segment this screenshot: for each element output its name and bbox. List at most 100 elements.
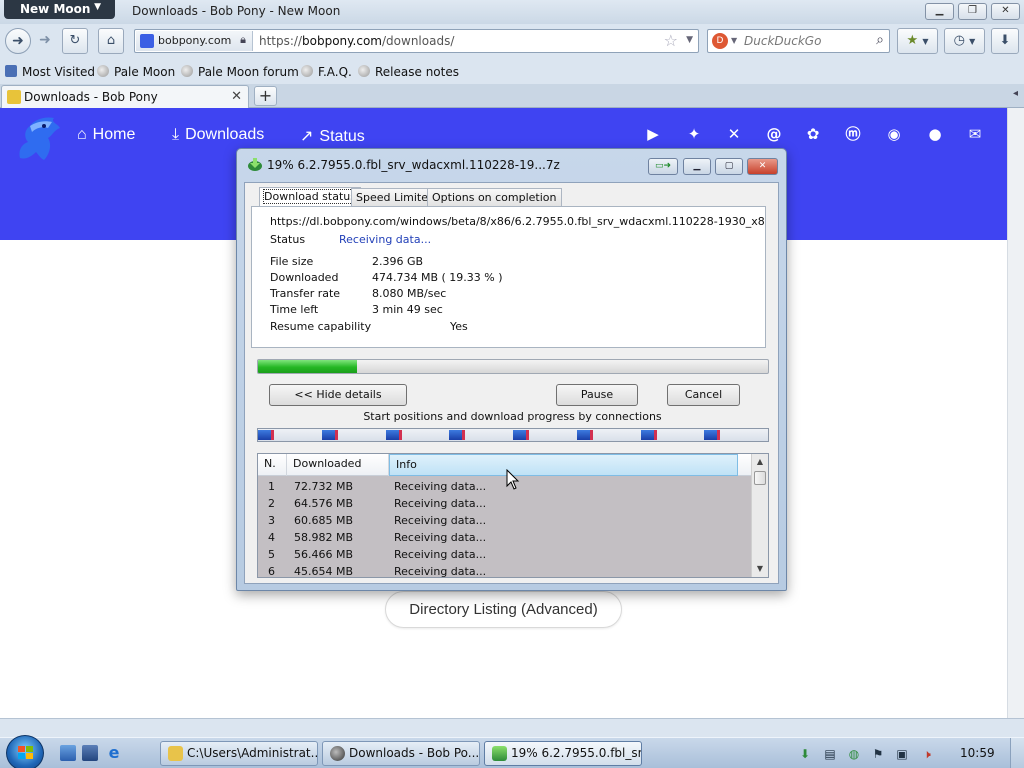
hide-details-button[interactable]: << Hide details bbox=[269, 384, 407, 406]
youtube-icon[interactable]: ▶ bbox=[642, 124, 664, 144]
tab-download-status[interactable]: Download status bbox=[259, 187, 361, 207]
idm-tray-icon[interactable]: ⬇ bbox=[798, 747, 812, 761]
task-label: C:\Users\Administrat... bbox=[187, 746, 318, 760]
directory-listing-button[interactable]: Directory Listing (Advanced) bbox=[385, 591, 622, 628]
duckduckgo-icon[interactable]: D bbox=[712, 33, 728, 49]
reload-icon: ↻ bbox=[69, 33, 81, 48]
discord-icon[interactable]: ◉ bbox=[883, 124, 905, 144]
back-button[interactable]: ➜ bbox=[5, 28, 31, 54]
start-button[interactable] bbox=[6, 735, 44, 768]
bookmarks-menu-button[interactable]: ★ ▼ bbox=[897, 28, 938, 54]
forward-button[interactable]: ➜ bbox=[32, 28, 58, 54]
connections-progress-bar bbox=[257, 428, 769, 442]
security-tray-icon[interactable]: ◍ bbox=[847, 747, 861, 761]
show-desktop-quicklaunch-icon[interactable] bbox=[60, 745, 76, 761]
nav-downloads[interactable]: ⤓ Downloads bbox=[172, 126, 264, 144]
bluesky-icon[interactable]: ✿ bbox=[802, 124, 824, 144]
taskbar-download-dialog[interactable]: 19% 6.2.7955.0.fbl_sr... bbox=[484, 741, 642, 766]
close-tab-icon[interactable]: ✕ bbox=[231, 89, 242, 104]
reload-button[interactable]: ↻ bbox=[62, 28, 88, 54]
tab-speed-limiter[interactable]: Speed Limiter bbox=[351, 188, 438, 207]
search-engine-dropdown-icon[interactable]: ▼ bbox=[731, 36, 737, 45]
cell-downloaded: 60.685 MB bbox=[294, 514, 354, 527]
taskbar-browser[interactable]: Downloads - Bob Po... bbox=[322, 741, 480, 766]
downloads-button[interactable]: ⬇ bbox=[991, 28, 1019, 54]
tab-label: Download status bbox=[263, 189, 357, 204]
system-clock[interactable]: 10:59 bbox=[960, 746, 995, 760]
url-history-dropdown-icon[interactable]: ▼ bbox=[686, 35, 693, 45]
document-tray-icon[interactable]: ▤ bbox=[823, 747, 837, 761]
pause-button[interactable]: Pause bbox=[556, 384, 638, 406]
taskbar-explorer[interactable]: C:\Users\Administrat... bbox=[160, 741, 318, 766]
table-row[interactable]: 2 64.576 MB Receiving data... bbox=[258, 495, 752, 512]
minimize-to-tray-button[interactable]: ▭➜ bbox=[648, 158, 678, 175]
x-icon[interactable]: ✕ bbox=[723, 124, 745, 144]
table-scrollbar[interactable]: ▲ ▼ bbox=[751, 454, 768, 577]
table-row[interactable]: 6 45.654 MB Receiving data... bbox=[258, 563, 752, 577]
download-info-panel: https://dl.bobpony.com/windows/beta/8/x8… bbox=[251, 206, 766, 348]
cancel-button[interactable]: Cancel bbox=[667, 384, 740, 406]
action-center-flag-icon[interactable]: ⚑ bbox=[871, 747, 885, 761]
maximize-button[interactable]: ❐ bbox=[958, 3, 987, 20]
resume-capability-value: Yes bbox=[450, 320, 468, 333]
nav-home[interactable]: ⌂ Home bbox=[77, 126, 135, 144]
new-moon-icon bbox=[330, 746, 345, 761]
dialog-maximize-button[interactable]: ▢ bbox=[715, 158, 743, 175]
threads-icon[interactable]: @ bbox=[763, 124, 785, 144]
address-bar[interactable]: bobpony.com 🔒︎ https://bobpony.com/downl… bbox=[134, 29, 699, 53]
network-icon[interactable]: ▣ bbox=[895, 747, 909, 761]
site-identity-button[interactable]: bobpony.com 🔒︎ bbox=[136, 31, 253, 51]
tab-list-icon[interactable]: ◂ bbox=[1013, 88, 1018, 99]
bookmark-label: Pale Moon bbox=[114, 65, 176, 79]
column-header-n[interactable]: N. bbox=[258, 454, 287, 476]
home-button[interactable]: ⌂ bbox=[98, 28, 124, 54]
switch-windows-icon[interactable] bbox=[82, 745, 98, 761]
bookmark-pale-moon-forum[interactable]: Pale Moon forum bbox=[181, 65, 299, 79]
close-window-button[interactable]: ✕ bbox=[991, 3, 1020, 20]
bookmark-most-visited[interactable]: Most Visited bbox=[5, 65, 95, 79]
windows-logo-icon bbox=[18, 746, 33, 759]
column-header-info[interactable]: Info bbox=[389, 454, 738, 476]
table-row[interactable]: 4 58.982 MB Receiving data... bbox=[258, 529, 752, 546]
volume-muted-icon[interactable]: 🕨︎ bbox=[920, 747, 934, 761]
nav-status[interactable]: ↗ Status bbox=[300, 126, 365, 146]
bookmark-faq[interactable]: F.A.Q. bbox=[301, 65, 352, 79]
scroll-up-icon[interactable]: ▲ bbox=[752, 454, 768, 470]
github-icon[interactable]: ● bbox=[924, 124, 946, 144]
page-scrollbar[interactable] bbox=[1007, 108, 1024, 718]
bookmark-star-icon[interactable]: ☆ bbox=[664, 31, 678, 50]
twitter-icon[interactable]: ✦ bbox=[683, 124, 705, 144]
table-row[interactable]: 1 72.732 MB Receiving data... bbox=[258, 478, 752, 495]
cell-info: Receiving data... bbox=[394, 531, 487, 544]
column-header-downloaded[interactable]: Downloaded bbox=[287, 454, 389, 476]
mastodon-icon[interactable]: ⓜ bbox=[842, 124, 864, 144]
table-row[interactable]: 5 56.466 MB Receiving data... bbox=[258, 546, 752, 563]
search-bar[interactable]: D ▼ DuckDuckGo ⌕ bbox=[707, 29, 890, 53]
email-icon[interactable]: ✉ bbox=[964, 124, 986, 144]
bookmark-release-notes[interactable]: Release notes bbox=[358, 65, 459, 79]
dialog-close-button[interactable]: ✕ bbox=[747, 158, 778, 175]
table-row[interactable]: 3 60.685 MB Receiving data... bbox=[258, 512, 752, 529]
dialog-minimize-button[interactable]: ▁ bbox=[683, 158, 711, 175]
bookmark-pale-moon[interactable]: Pale Moon bbox=[97, 65, 175, 79]
scroll-down-icon[interactable]: ▼ bbox=[752, 561, 768, 577]
bookmark-label: Pale Moon forum bbox=[198, 65, 299, 79]
new-tab-button[interactable]: + bbox=[254, 86, 277, 106]
tab-downloads-bob-pony[interactable]: Downloads - Bob Pony ✕ bbox=[1, 85, 249, 108]
tab-options-on-completion[interactable]: Options on completion bbox=[427, 188, 562, 207]
bookmark-label: Release notes bbox=[375, 65, 459, 79]
scroll-thumb[interactable] bbox=[754, 471, 766, 485]
cell-n: 2 bbox=[268, 497, 275, 510]
show-desktop-button[interactable] bbox=[1010, 738, 1024, 768]
file-size-label: File size bbox=[270, 255, 314, 268]
search-icon[interactable]: ⌕ bbox=[876, 32, 884, 48]
connection-segment bbox=[641, 430, 657, 440]
url-text[interactable]: https://bobpony.com/downloads/ bbox=[259, 34, 454, 48]
app-menu-button[interactable]: New Moon ▼ bbox=[4, 0, 115, 19]
internet-explorer-icon[interactable]: e bbox=[106, 745, 122, 761]
home-icon: ⌂ bbox=[77, 126, 87, 143]
minimize-button[interactable]: ▁ bbox=[925, 3, 954, 20]
bob-pony-logo[interactable] bbox=[14, 114, 62, 164]
history-button[interactable]: ◷ ▼ bbox=[944, 28, 985, 54]
transfer-rate-label: Transfer rate bbox=[270, 287, 341, 300]
